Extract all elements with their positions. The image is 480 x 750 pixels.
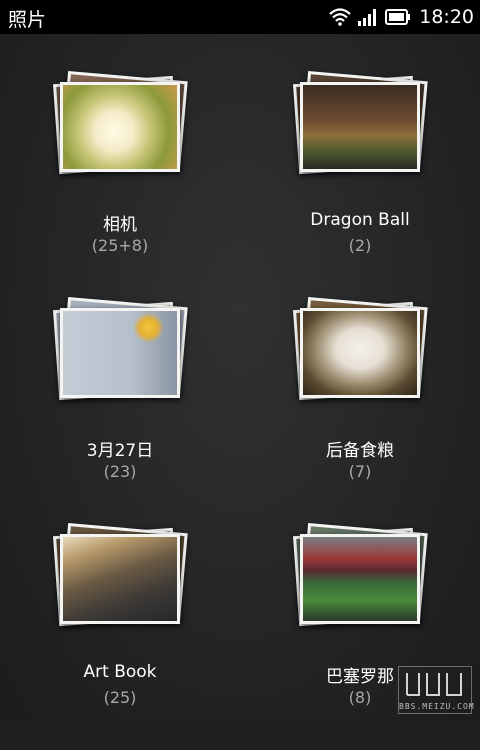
album-tile[interactable]: Dragon Ball (2) <box>240 70 480 298</box>
album-name: Dragon Ball <box>310 210 410 230</box>
album-name: 3月27日 <box>86 441 154 461</box>
signal-icon <box>358 9 377 26</box>
figurines-thumbnail <box>300 82 420 172</box>
album-tile[interactable]: Art Book (25) <box>0 522 240 750</box>
album-thumbnail-stack <box>50 70 190 200</box>
album-count: (25) <box>103 688 137 707</box>
flower-thumbnail <box>60 82 180 172</box>
album-thumbnail-stack <box>290 296 430 426</box>
album-grid: 相机 (25+8) Dragon Ball (2) 3月27日 (23) 后备食… <box>0 34 480 720</box>
album-tile[interactable]: 相机 (25+8) <box>0 70 240 298</box>
album-count: (25+8) <box>91 236 149 255</box>
rabbit-thumbnail <box>300 308 420 398</box>
album-count: (23) <box>103 462 137 481</box>
status-icons: 18:20 <box>329 4 474 30</box>
album-count: (7) <box>348 462 372 481</box>
album-tile[interactable]: 巴塞罗那 (8) <box>240 522 480 750</box>
album-name: 后备食粮 <box>326 441 394 461</box>
status-bar: 照片 18:20 <box>0 0 480 34</box>
album-count: (2) <box>348 236 372 255</box>
album-thumbnail-stack <box>290 522 430 652</box>
album-thumbnail-stack <box>50 296 190 426</box>
stadium-thumbnail <box>300 534 420 624</box>
battery-icon <box>385 9 411 25</box>
watermark-logo: BBS.MEIZU.COM <box>398 666 475 714</box>
watermark-text: BBS.MEIZU.COM <box>399 702 475 711</box>
album-thumbnail-stack <box>290 70 430 200</box>
clock: 18:20 <box>419 6 474 28</box>
wifi-icon <box>329 8 351 26</box>
app-title: 照片 <box>8 9 47 31</box>
album-name: 相机 <box>103 215 137 235</box>
album-thumbnail-stack <box>50 522 190 652</box>
album-name: Art Book <box>83 662 157 682</box>
screen-thumbnail <box>60 308 180 398</box>
album-tile[interactable]: 3月27日 (23) <box>0 296 240 524</box>
logo-icon <box>406 673 462 696</box>
album-tile[interactable]: 后备食粮 (7) <box>240 296 480 524</box>
book-thumbnail <box>60 534 180 624</box>
